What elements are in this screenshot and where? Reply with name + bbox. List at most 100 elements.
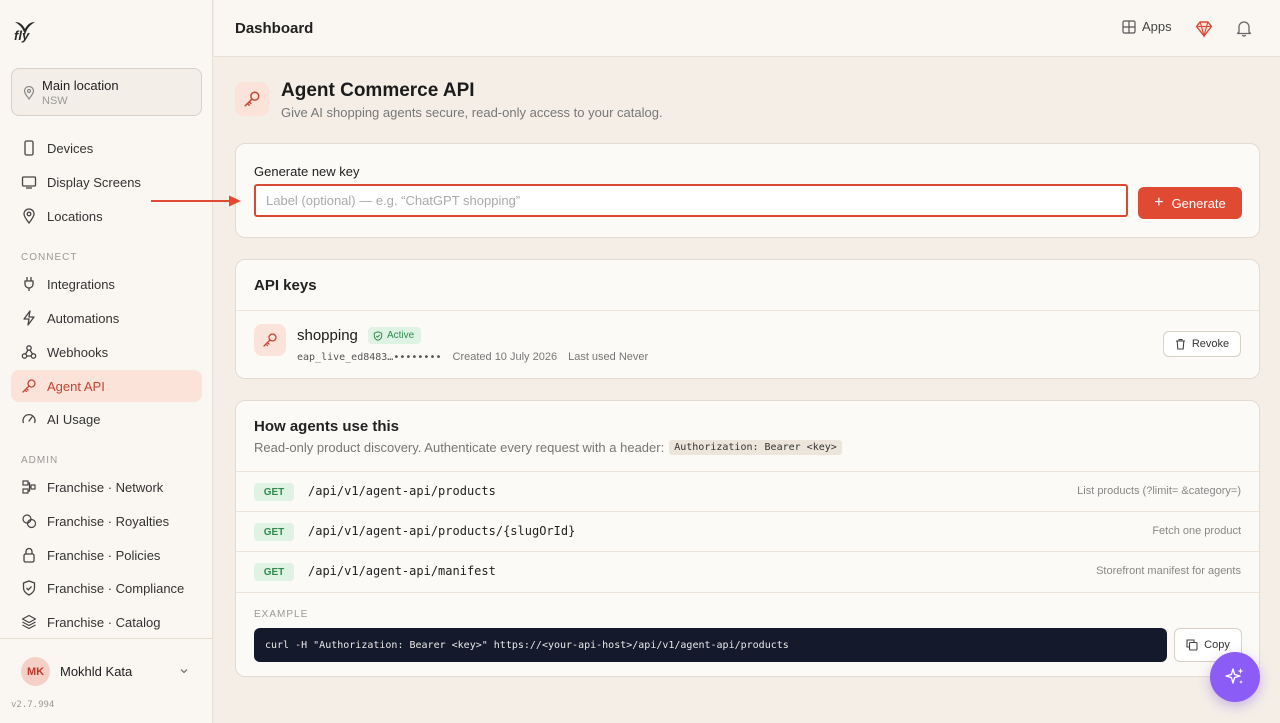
sidebar-item-label: Webhooks [47, 344, 109, 360]
sidebar-item-label: Locations [47, 208, 103, 224]
endpoint-desc: Storefront manifest for agents [1096, 565, 1241, 577]
api-key-item-icon [254, 324, 286, 356]
avatar: MK [21, 657, 50, 686]
shield-icon [21, 580, 37, 596]
key-icon [21, 378, 37, 394]
network-icon [21, 479, 37, 495]
location-switcher[interactable]: Main location NSW [11, 68, 202, 116]
sidebar-item-label: Integrations [47, 276, 115, 292]
sidebar-item-label: Devices [47, 140, 94, 156]
api-key-name: shopping [297, 327, 358, 344]
generate-key-card: Generate new key + Generate [235, 143, 1260, 238]
how-subtitle-text: Read-only product discovery. Authenticat… [254, 440, 665, 455]
generate-button[interactable]: + Generate [1138, 187, 1242, 219]
apps-label: Apps [1142, 19, 1172, 34]
apps-button[interactable]: Apps [1122, 19, 1172, 34]
location-subtitle: NSW [42, 95, 68, 107]
divider [236, 310, 1259, 311]
map-pin-icon [21, 208, 37, 224]
gauge-icon [21, 411, 37, 427]
sidebar-item-label: Agent API [47, 378, 105, 394]
annotation-arrow-icon [151, 195, 241, 207]
api-keys-title: API keys [254, 277, 317, 294]
page-title: Dashboard [235, 20, 314, 37]
webhook-icon [21, 344, 37, 360]
sidebar-item-devices[interactable]: Devices [11, 132, 202, 164]
sidebar-item-franchise-compliance[interactable]: Franchise · Compliance [11, 572, 202, 604]
divider [236, 592, 1259, 593]
sidebar-item-franchise-policies[interactable]: Franchise · Policies [11, 539, 202, 571]
chevron-down-icon [180, 669, 188, 674]
zap-icon [21, 310, 37, 326]
user-menu[interactable]: MK Mokhld Kata [0, 638, 212, 698]
endpoint-path: /api/v1/agent-api/products [308, 484, 496, 498]
nav-section-connect: CONNECT [21, 252, 78, 263]
endpoint-row: GET /api/v1/agent-api/manifest Storefron… [236, 551, 1259, 591]
brand-logo-text: fly [14, 28, 30, 43]
sidebar-item-label: Franchise · Policies [47, 547, 161, 563]
sidebar-item-label: Automations [47, 310, 120, 326]
smartphone-icon [21, 140, 37, 156]
topbar: Dashboard Apps [214, 0, 1280, 57]
endpoint-path: /api/v1/agent-api/products/{slugOrId} [308, 524, 576, 538]
how-title: How agents use this [254, 418, 400, 435]
ai-assistant-button[interactable] [1210, 652, 1260, 702]
generate-label: Generate new key [254, 164, 360, 179]
sidebar: fly Main location NSW Devices Display Sc… [0, 0, 213, 723]
api-keys-card: API keys shopping Active eap_live_ed8483… [235, 259, 1260, 379]
grid-icon [1122, 19, 1136, 34]
example-code[interactable]: curl -H "Authorization: Bearer <key>" ht… [254, 628, 1167, 662]
gem-icon[interactable] [1195, 20, 1213, 38]
revoke-button[interactable]: Revoke [1163, 331, 1241, 357]
endpoint-row: GET /api/v1/agent-api/products/{slugOrId… [236, 511, 1259, 551]
status-badge: Active [368, 327, 422, 344]
created-date: Created 10 July 2026 [452, 351, 558, 363]
endpoint-path: /api/v1/agent-api/manifest [308, 564, 496, 578]
key-icon [263, 333, 277, 347]
endpoint-row: GET /api/v1/agent-api/products List prod… [236, 471, 1259, 511]
map-pin-icon [23, 86, 35, 100]
sidebar-item-label: AI Usage [47, 411, 101, 427]
sidebar-item-agent-api[interactable]: Agent API [11, 370, 202, 402]
sidebar-item-franchise-royalties[interactable]: Franchise · Royalties [11, 505, 202, 537]
bell-icon[interactable] [1235, 19, 1253, 37]
user-name: Mokhld Kata [60, 664, 133, 679]
method-badge: GET [254, 563, 294, 581]
nav-section-admin: ADMIN [21, 455, 59, 466]
sidebar-item-label: Display Screens [47, 174, 141, 190]
plus-icon: + [1154, 194, 1164, 211]
example-label: EXAMPLE [254, 609, 309, 620]
sidebar-item-franchise-catalog[interactable]: Franchise · Catalog [11, 606, 202, 638]
app-version: v2.7.994 [11, 700, 55, 710]
location-title: Main location [42, 78, 119, 93]
monitor-icon [21, 174, 37, 190]
sidebar-item-label: Franchise · Compliance [47, 580, 185, 596]
trash-icon [1175, 338, 1185, 350]
method-badge: GET [254, 523, 294, 541]
sidebar-item-label: Franchise · Royalties [47, 513, 170, 529]
copy-icon [1186, 639, 1198, 651]
key-label-input[interactable] [254, 184, 1128, 217]
last-used: Last used Never [568, 351, 649, 363]
sidebar-item-webhooks[interactable]: Webhooks [11, 336, 202, 368]
endpoint-desc: List products (?limit= &category=) [1077, 485, 1241, 497]
how-agents-card: How agents use this Read-only product di… [235, 400, 1260, 677]
sidebar-item-label: Franchise · Network [47, 479, 164, 495]
masked-key: eap_live_ed8483…•••••••• [297, 351, 442, 363]
sidebar-item-ai-usage[interactable]: AI Usage [11, 403, 202, 435]
key-icon [244, 91, 260, 107]
sidebar-item-automations[interactable]: Automations [11, 302, 202, 334]
api-key-meta: eap_live_ed8483…•••••••• Created 10 July… [297, 351, 648, 363]
endpoint-desc: Fetch one product [1152, 525, 1241, 537]
how-subtitle: Read-only product discovery. Authenticat… [254, 440, 842, 455]
method-badge: GET [254, 483, 294, 501]
sidebar-item-integrations[interactable]: Integrations [11, 268, 202, 300]
shield-check-icon [373, 330, 383, 341]
sidebar-item-franchise-network[interactable]: Franchise · Network [11, 471, 202, 503]
plug-icon [21, 276, 37, 292]
lock-icon [21, 547, 37, 563]
auth-header-code: Authorization: Bearer <key> [669, 440, 842, 455]
coins-icon [21, 513, 37, 529]
copy-label: Copy [1204, 639, 1230, 651]
page-key-icon [235, 82, 269, 116]
